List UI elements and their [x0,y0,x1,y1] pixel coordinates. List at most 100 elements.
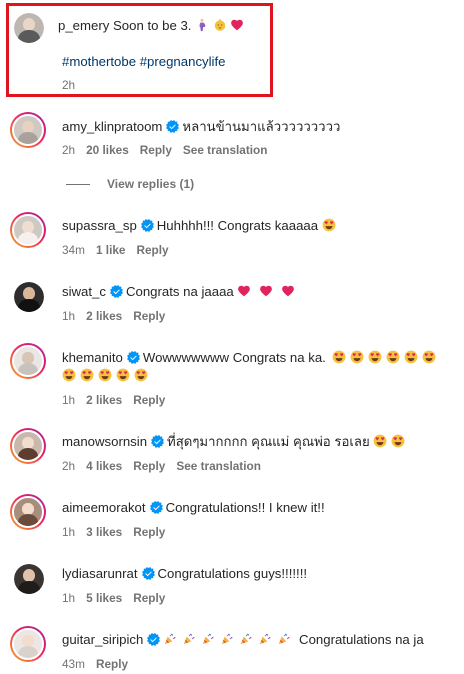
comment-line: aimeemorakot Congratulations!! I knew it!… [62,499,325,517]
replies-dash [66,183,90,185]
avatar[interactable] [10,112,46,148]
comment-text: Congratulations guys!!!!!!! [157,566,308,581]
username[interactable]: guitar_siripich [62,632,143,647]
caption-text: Soon to be 3. [112,18,192,33]
heart-emoji [237,284,251,298]
heart-eyes-emoji [98,368,112,382]
comment-time: 34m [62,243,85,257]
reply-button[interactable]: Reply [133,459,165,473]
heart-eyes-emoji [116,368,130,382]
heart-eyes-emoji [134,368,148,382]
comment-meta: 2h 4 likes Reply See translation [62,459,272,473]
party-popper-emoji [277,632,291,646]
pregnant-woman-emoji [195,18,209,32]
heart-eyes-emoji [332,350,346,364]
avatar[interactable] [10,212,46,248]
heart-eyes-emoji [350,350,364,364]
heart-eyes-emoji [404,350,418,364]
party-popper-emoji [182,632,196,646]
reply-button[interactable]: Reply [136,243,168,257]
verified-badge-icon [127,351,140,364]
comment-text: หลานข้านมาแล้ววววววววว [182,119,341,134]
comment-line: manowsornsin ที่สุดๆมากกกก คุณแม่ คุณพ่อ … [62,433,405,451]
heart-eyes-emoji [368,350,382,364]
heart-emoji [281,284,295,298]
hashtags[interactable]: #mothertobe #pregnancylife [62,54,226,69]
post-caption-line: p_emery Soon to be 3. [58,17,244,35]
avatar[interactable] [10,428,46,464]
verified-badge-icon [166,120,179,133]
avatar[interactable] [10,494,46,530]
likes-count[interactable]: 2 likes [86,309,122,323]
comment-meta: 1h 3 likes Reply [62,525,176,539]
comment-meta: 2h 20 likes Reply See translation [62,143,278,157]
comment-text: Congratulations!! I knew it!! [165,500,325,515]
username[interactable]: aimeemorakot [62,500,146,515]
heart-eyes-emoji [386,350,400,364]
party-popper-emoji [201,632,215,646]
likes-count[interactable]: 2 likes [86,393,122,407]
avatar[interactable] [14,13,44,43]
comment-line: guitar_siripich Congratulations na ja [62,631,424,649]
party-popper-emoji [258,632,272,646]
comment-text: Wowwwwwww Congrats na ka. [142,350,326,365]
likes-count[interactable]: 5 likes [86,591,122,605]
avatar[interactable] [10,626,46,662]
comment-text: Congratulations na ja [299,632,424,647]
see-translation-button[interactable]: See translation [183,143,268,157]
username[interactable]: lydiasarunrat [62,566,138,581]
likes-count[interactable]: 1 like [96,243,126,257]
reply-button[interactable]: Reply [133,309,165,323]
party-popper-emoji [163,632,177,646]
verified-badge-icon [110,285,123,298]
see-translation-button[interactable]: See translation [176,459,261,473]
comment-meta: 34m 1 like Reply [62,243,180,257]
baby-emoji [213,18,227,32]
likes-count[interactable]: 20 likes [86,143,129,157]
avatar[interactable] [14,282,44,312]
comment-text: Congrats na jaaaa [125,284,234,299]
username[interactable]: amy_klinpratoom [62,119,162,134]
username[interactable]: siwat_c [62,284,106,299]
heart-emoji [230,18,244,32]
comment-meta: 1h 2 likes Reply [62,393,176,407]
username[interactable]: p_emery [58,18,109,33]
view-replies-button[interactable]: View replies (1) [66,177,194,191]
likes-count[interactable]: 4 likes [86,459,122,473]
comment-meta: 1h 5 likes Reply [62,591,176,605]
reply-button[interactable]: Reply [140,143,172,157]
comment-line: siwat_c Congrats na jaaaa [62,283,295,301]
comment-time: 1h [62,309,76,323]
comment-line: amy_klinpratoom หลานข้านมาแล้ววววววววว [62,118,340,136]
username[interactable]: manowsornsin [62,434,147,449]
comment-text: ที่สุดๆมากกกก คุณแม่ คุณพ่อ รอเลย [167,434,370,449]
reply-button[interactable]: Reply [133,393,165,407]
comment-line: lydiasarunrat Congratulations guys!!!!!!! [62,565,307,583]
verified-badge-icon [151,435,164,448]
comment-time: 1h [62,591,76,605]
reply-button[interactable]: Reply [133,525,165,539]
reply-button[interactable]: Reply [133,591,165,605]
comment-time: 2h [62,459,76,473]
party-popper-emoji [220,632,234,646]
avatar[interactable] [14,564,44,594]
comment-line: khemanito Wowwwwwww Congrats na ka. [62,349,436,367]
verified-badge-icon [147,633,160,646]
reply-button[interactable]: Reply [96,657,128,671]
avatar[interactable] [10,343,46,379]
username[interactable]: supassra_sp [62,218,137,233]
verified-badge-icon [150,501,163,514]
heart-eyes-emoji [373,434,387,448]
comment-time: 1h [62,393,76,407]
party-popper-emoji [239,632,253,646]
username[interactable]: khemanito [62,350,123,365]
heart-eyes-emoji [391,434,405,448]
heart-emoji [259,284,273,298]
comment-time: 2h [62,143,76,157]
comment-line: supassra_sp Huhhhh!!! Congrats kaaaaa [62,217,336,235]
likes-count[interactable]: 3 likes [86,525,122,539]
comment-time: 43m [62,657,85,671]
post-time: 2h [62,78,76,92]
comment-time: 1h [62,525,76,539]
comment-meta: 43m Reply [62,657,139,671]
